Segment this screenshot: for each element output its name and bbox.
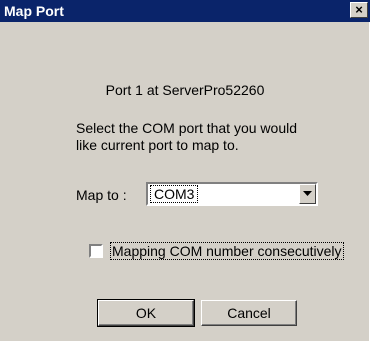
consecutive-mapping-label[interactable]: Mapping COM number consecutively: [110, 242, 344, 260]
window-title: Map Port: [4, 3, 64, 19]
consecutive-mapping-checkbox[interactable]: [89, 244, 103, 258]
cancel-button[interactable]: Cancel: [201, 300, 297, 326]
chevron-down-icon: [303, 191, 312, 196]
close-button[interactable]: ×: [350, 2, 368, 18]
ok-button[interactable]: OK: [97, 299, 195, 327]
title-bar: Map Port ×: [0, 0, 370, 22]
dropdown-button[interactable]: [299, 184, 316, 204]
map-to-label: Map to :: [76, 187, 127, 203]
close-icon: ×: [355, 2, 363, 17]
port-heading: Port 1 at ServerPro52260: [105, 82, 265, 98]
map-port-dialog: Map Port × Port 1 at ServerPro52260 Sele…: [0, 0, 370, 341]
map-to-selected-value: COM3: [150, 185, 199, 203]
instruction-text: Select the COM port that you would like …: [76, 120, 336, 154]
map-to-select[interactable]: COM3: [146, 182, 318, 206]
instruction-line-2: like current port to map to.: [76, 137, 239, 153]
instruction-line-1: Select the COM port that you would: [76, 120, 297, 136]
